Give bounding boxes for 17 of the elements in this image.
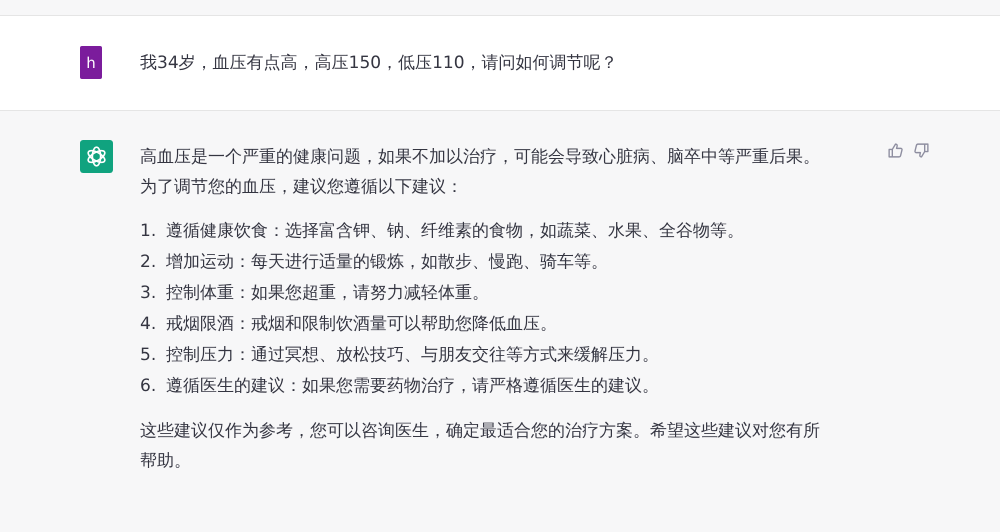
- list-item-text: 遵循医生的建议：如果您需要药物治疗，请严格遵循医生的建议。: [166, 375, 659, 398]
- list-number: 2.: [140, 251, 158, 274]
- list-number: 6.: [140, 375, 158, 398]
- list-item-text: 控制压力：通过冥想、放松技巧、与朋友交往等方式来缓解压力。: [166, 344, 659, 367]
- answer-closing: 这些建议仅作为参考，您可以咨询医生，确定最适合您的治疗方案。希望这些建议对您有所帮助。: [140, 420, 821, 473]
- list-number: 5.: [140, 344, 158, 367]
- list-item-text: 控制体重：如果您超重，请努力减轻体重。: [166, 282, 489, 305]
- list-item-text: 遵循健康饮食：选择富含钾、钠、纤维素的食物，如蔬菜、水果、全谷物等。: [166, 220, 744, 243]
- list-item-text: 增加运动：每天进行适量的锻炼，如散步、慢跑、骑车等。: [166, 251, 608, 274]
- assistant-logo-icon: [80, 140, 113, 173]
- list-number: 3.: [140, 282, 158, 305]
- list-item-text: 戒烟限酒：戒烟和限制饮酒量可以帮助您降低血压。: [166, 313, 557, 336]
- list-number: 4.: [140, 313, 158, 336]
- answer-intro: 高血压是一个严重的健康问题，如果不加以治疗，可能会导致心脏病、脑卒中等严重后果。为了调节您的血压，建议您遵循以下建议：: [140, 146, 821, 199]
- user-avatar: h: [80, 46, 102, 79]
- list-number: 1.: [140, 220, 158, 243]
- user-message: 我34岁，血压有点高，高压150，低压110，请问如何调节呢？: [140, 52, 618, 75]
